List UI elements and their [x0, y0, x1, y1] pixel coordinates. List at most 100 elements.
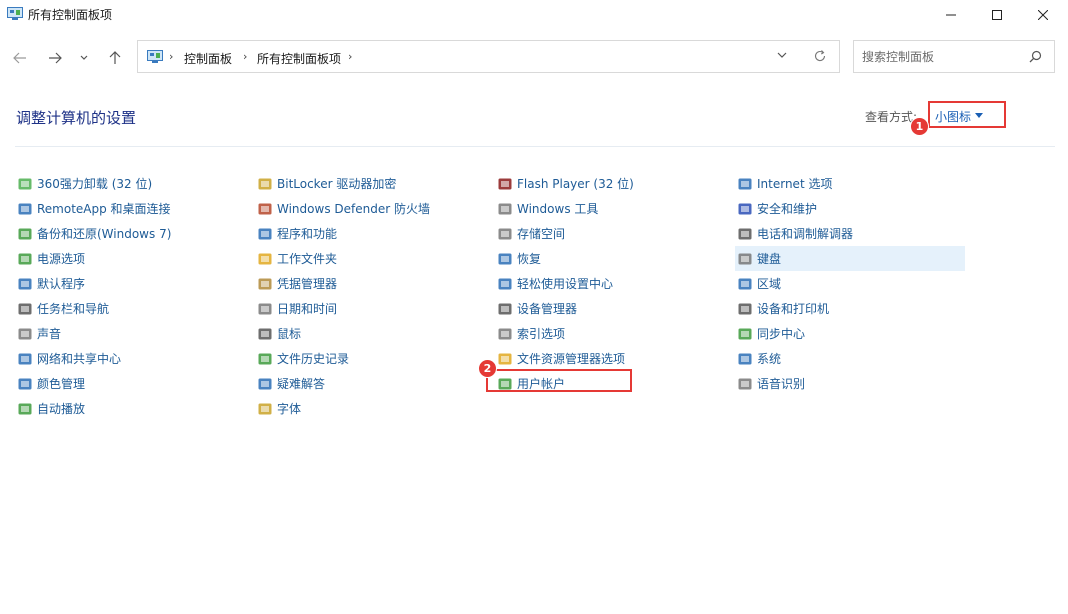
breadcrumb-separator-icon[interactable]: ›	[169, 50, 173, 63]
search-box[interactable]	[853, 40, 1055, 73]
control-panel-item-label[interactable]: 电话和调制解调器	[757, 225, 853, 242]
address-dropdown-icon[interactable]	[777, 51, 787, 59]
control-panel-item-label[interactable]: 文件历史记录	[277, 350, 349, 367]
control-panel-item-label[interactable]: RemoteApp 和桌面连接	[37, 200, 171, 217]
forward-button[interactable]	[43, 46, 67, 70]
control-panel-item-label[interactable]: 默认程序	[37, 275, 85, 292]
control-panel-item[interactable]: 同步中心	[735, 321, 965, 346]
control-panel-item[interactable]: 程序和功能	[255, 221, 485, 246]
view-by-dropdown[interactable]: 小图标	[928, 101, 1006, 128]
control-panel-item-label[interactable]: Flash Player (32 位)	[517, 175, 634, 192]
close-button[interactable]	[1020, 0, 1066, 30]
control-panel-item-label[interactable]: Windows 工具	[517, 200, 598, 217]
back-button[interactable]	[8, 46, 32, 70]
control-panel-item[interactable]: 颜色管理	[15, 371, 245, 396]
search-icon[interactable]	[1029, 50, 1042, 63]
control-panel-item[interactable]: 电源选项	[15, 246, 245, 271]
control-panel-item[interactable]: 索引选项	[495, 321, 725, 346]
control-panel-item[interactable]: 键盘	[735, 246, 965, 271]
control-panel-item-label[interactable]: 任务栏和导航	[37, 300, 109, 317]
control-panel-item[interactable]: 设备和打印机	[735, 296, 965, 321]
control-panel-item[interactable]: 任务栏和导航	[15, 296, 245, 321]
control-panel-item-label[interactable]: 日期和时间	[277, 300, 337, 317]
maximize-button[interactable]	[974, 0, 1020, 30]
control-panel-item-label[interactable]: 索引选项	[517, 325, 565, 342]
control-panel-item[interactable]: 自动播放	[15, 396, 245, 421]
control-panel-item[interactable]: 疑难解答	[255, 371, 485, 396]
control-panel-item-label[interactable]: 语音识别	[757, 375, 805, 392]
control-panel-item[interactable]: 360强力卸载 (32 位)	[15, 171, 245, 196]
control-panel-item-label[interactable]: 轻松使用设置中心	[517, 275, 613, 292]
control-panel-item-label[interactable]: 系统	[757, 350, 781, 367]
control-panel-item-label[interactable]: 恢复	[517, 250, 541, 267]
control-panel-item[interactable]: 网络和共享中心	[15, 346, 245, 371]
recent-locations-button[interactable]	[74, 46, 94, 70]
control-panel-item[interactable]: Windows 工具	[495, 196, 725, 221]
breadcrumb-item[interactable]: 控制面板	[184, 50, 232, 67]
control-panel-item-label[interactable]: 键盘	[757, 250, 781, 267]
address-bar[interactable]: › 控制面板 › 所有控制面板项 ›	[137, 40, 840, 73]
chevron-down-icon	[80, 55, 88, 60]
control-panel-item-label[interactable]: BitLocker 驱动器加密	[277, 175, 396, 192]
control-panel-item-label[interactable]: 同步中心	[757, 325, 805, 342]
control-panel-item-label[interactable]: 存储空间	[517, 225, 565, 242]
refresh-icon[interactable]	[813, 49, 827, 63]
control-panel-item[interactable]: 系统	[735, 346, 965, 371]
control-panel-item-label[interactable]: 自动播放	[37, 400, 85, 417]
control-panel-item-label[interactable]: 网络和共享中心	[37, 350, 121, 367]
recovery-icon	[497, 251, 513, 267]
control-panel-item-label[interactable]: Windows Defender 防火墙	[277, 200, 430, 217]
control-panel-item-label[interactable]: 备份和还原(Windows 7)	[37, 225, 171, 242]
up-button[interactable]	[103, 46, 127, 70]
control-panel-item-label[interactable]: 设备和打印机	[757, 300, 829, 317]
control-panel-item[interactable]: 电话和调制解调器	[735, 221, 965, 246]
control-panel-item-label[interactable]: 工作文件夹	[277, 250, 337, 267]
control-panel-item-label[interactable]: 360强力卸载 (32 位)	[37, 175, 152, 192]
control-panel-item[interactable]: Internet 选项	[735, 171, 965, 196]
control-panel-item-label[interactable]: 凭据管理器	[277, 275, 337, 292]
view-by-value[interactable]: 小图标	[935, 108, 971, 125]
control-panel-item[interactable]: 恢复	[495, 246, 725, 271]
control-panel-item[interactable]: 安全和维护	[735, 196, 965, 221]
control-panel-item[interactable]: 工作文件夹	[255, 246, 485, 271]
control-panel-item-label[interactable]: 鼠标	[277, 325, 301, 342]
control-panel-item[interactable]: 凭据管理器	[255, 271, 485, 296]
region-icon	[737, 276, 753, 292]
control-panel-item-label[interactable]: 区域	[757, 275, 781, 292]
minimize-button[interactable]	[928, 0, 974, 30]
control-panel-item[interactable]: 文件历史记录	[255, 346, 485, 371]
control-panel-item[interactable]: Windows Defender 防火墙	[255, 196, 485, 221]
breadcrumb-item[interactable]: 所有控制面板项	[257, 50, 341, 67]
control-panel-item[interactable]: 备份和还原(Windows 7)	[15, 221, 245, 246]
breadcrumb-separator-icon[interactable]: ›	[348, 50, 352, 63]
control-panel-item-label[interactable]: 设备管理器	[517, 300, 577, 317]
control-panel-item[interactable]: RemoteApp 和桌面连接	[15, 196, 245, 221]
control-panel-item[interactable]: 鼠标	[255, 321, 485, 346]
control-panel-item-label[interactable]: 用户帐户	[517, 375, 565, 392]
control-panel-item-label[interactable]: 文件资源管理器选项	[517, 350, 625, 367]
control-panel-item[interactable]: BitLocker 驱动器加密	[255, 171, 485, 196]
control-panel-item[interactable]: 语音识别	[735, 371, 965, 396]
control-panel-item[interactable]: 字体	[255, 396, 485, 421]
control-panel-item[interactable]: 设备管理器	[495, 296, 725, 321]
search-input[interactable]	[862, 48, 1022, 66]
control-panel-item-label[interactable]: 疑难解答	[277, 375, 325, 392]
control-panel-item[interactable]: 文件资源管理器选项	[495, 346, 725, 371]
control-panel-item-label[interactable]: 电源选项	[37, 250, 85, 267]
control-panel-item[interactable]: 声音	[15, 321, 245, 346]
breadcrumb-separator-icon[interactable]: ›	[243, 50, 247, 63]
control-panel-item[interactable]: 轻松使用设置中心	[495, 271, 725, 296]
control-panel-item-label[interactable]: 安全和维护	[757, 200, 817, 217]
control-panel-item-label[interactable]: 声音	[37, 325, 61, 342]
control-panel-item-label[interactable]: Internet 选项	[757, 175, 832, 192]
control-panel-item[interactable]: 日期和时间	[255, 296, 485, 321]
control-panel-item-label[interactable]: 字体	[277, 400, 301, 417]
windows-tools-icon	[497, 201, 513, 217]
control-panel-item[interactable]: Flash Player (32 位)	[495, 171, 725, 196]
control-panel-item[interactable]: 用户帐户	[486, 369, 725, 396]
control-panel-item-label[interactable]: 程序和功能	[277, 225, 337, 242]
control-panel-item[interactable]: 区域	[735, 271, 965, 296]
control-panel-item-label[interactable]: 颜色管理	[37, 375, 85, 392]
control-panel-item[interactable]: 存储空间	[495, 221, 725, 246]
control-panel-item[interactable]: 默认程序	[15, 271, 245, 296]
